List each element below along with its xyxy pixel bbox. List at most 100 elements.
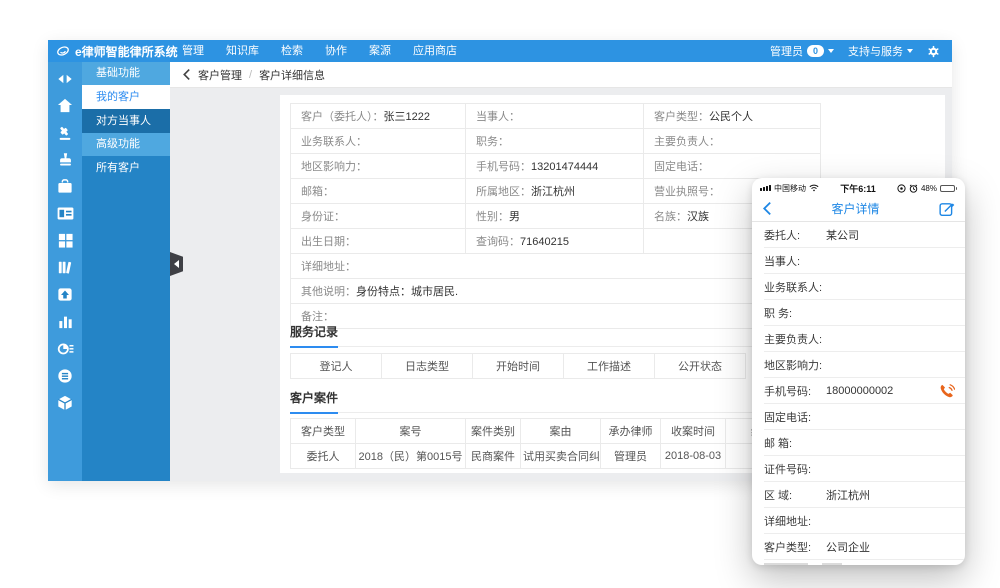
field-license-no: 营业执照号：: [654, 186, 720, 198]
list-item[interactable]: 委托人:某公司: [764, 222, 965, 248]
support-label: 支持与服务: [848, 43, 903, 59]
sidebar-group-advanced: 高级功能: [82, 133, 170, 156]
menu-item-collab[interactable]: 协作: [314, 40, 358, 62]
back-icon[interactable]: [182, 68, 191, 81]
list-item[interactable]: 职 务:: [764, 300, 965, 326]
top-menu: 管理 知识库 检索 协作 案源 应用商店: [171, 40, 468, 62]
gavel-icon[interactable]: [48, 119, 82, 146]
archive-upload-icon[interactable]: [48, 281, 82, 308]
table-row: 业务联系人： 职务： 主要负责人：: [291, 129, 821, 154]
breadcrumb: 客户管理 / 客户详细信息: [170, 62, 952, 88]
field-landline: 固定电话：: [654, 161, 709, 173]
col-start-time: 开始时间: [473, 354, 564, 379]
list-item[interactable]: 区 域:浙江杭州: [764, 482, 965, 508]
col-registrar: 登记人: [291, 354, 382, 379]
status-time: 下午6:11: [822, 182, 894, 195]
alarm-clock-icon: [909, 184, 918, 193]
sidebar-submenu: 基础功能 我的客户 对方当事人 高级功能 所有客户: [82, 62, 170, 481]
list-item[interactable]: 客户类型:公司企业: [764, 534, 965, 560]
cube-icon[interactable]: [48, 389, 82, 416]
back-chevron-icon[interactable]: [762, 201, 772, 216]
field-biz-contact: 业务联系人：: [301, 136, 367, 148]
support-menu[interactable]: 支持与服务: [848, 43, 913, 59]
list-item[interactable]: 证件号码:: [764, 456, 965, 482]
sidebar-icon-rail: [48, 62, 82, 481]
battery-percent: 48%: [921, 184, 937, 193]
service-records-table: 登记人 日志类型 开始时间 工作描述 公开状态: [290, 353, 746, 379]
list-item[interactable]: 地区影响力:: [764, 352, 965, 378]
phone-page-title: 客户详情: [831, 200, 879, 217]
grid-icon[interactable]: [48, 227, 82, 254]
list-item[interactable]: 业务联系人:: [764, 274, 965, 300]
edit-compose-icon[interactable]: [939, 201, 955, 217]
app-logo: e律师智能律所系统: [48, 43, 165, 60]
chevron-down-icon: [828, 49, 834, 53]
table-row: 邮箱： 所属地区：浙江杭州 营业执照号：: [291, 179, 821, 204]
carrier-label: 中国移动: [774, 183, 806, 194]
field-client-type: 客户类型：: [654, 111, 709, 123]
breadcrumb-current: 客户详细信息: [259, 67, 325, 83]
phone-status-bar: 中国移动 下午6:11 48%: [752, 178, 965, 196]
field-gender: 性别：: [476, 211, 509, 223]
col-log-type: 日志类型: [382, 354, 473, 379]
table-row[interactable]: 委托人 2018（民）第0015号 民商案件 试用买卖合同纠纷 管理员 2018…: [291, 444, 821, 469]
sidebar-item-all-clients[interactable]: 所有客户: [82, 156, 170, 180]
menu-item-knowledge[interactable]: 知识库: [215, 40, 270, 62]
signal-bars-icon: [760, 185, 771, 191]
menu-item-manage[interactable]: 管理: [171, 40, 215, 62]
section-title: 客户案件: [290, 389, 338, 414]
bar-chart-icon[interactable]: [48, 308, 82, 335]
library-books-icon[interactable]: [48, 254, 82, 281]
pie-chart-report-icon[interactable]: [48, 335, 82, 362]
col-lawyer: 承办律师: [601, 419, 661, 444]
field-remark: 备注：: [301, 311, 334, 323]
chevron-down-icon: [907, 49, 913, 53]
stamp-icon[interactable]: [48, 146, 82, 173]
circle-badge-icon[interactable]: [48, 362, 82, 389]
field-mobile: 手机号码：: [476, 161, 531, 173]
col-case-no: 案号: [356, 419, 466, 444]
navbar-right: 管理员 0 支持与服务: [770, 43, 952, 59]
list-item[interactable]: 固定电话:: [764, 404, 965, 430]
menu-item-cases[interactable]: 案源: [358, 40, 402, 62]
call-phone-icon[interactable]: [939, 383, 955, 402]
clipped-next-row: [764, 560, 965, 565]
chevron-left-icon: [174, 260, 179, 268]
table-row: 其他说明：身份特点：城市居民.: [291, 279, 821, 304]
breadcrumb-parent[interactable]: 客户管理: [198, 67, 242, 83]
list-item[interactable]: 详细地址:: [764, 508, 965, 534]
briefcase-icon[interactable]: [48, 173, 82, 200]
col-work-desc: 工作描述: [564, 354, 655, 379]
collapse-arrows-icon[interactable]: [48, 65, 82, 92]
table-row: 出生日期： 查询码：71640215: [291, 229, 821, 254]
top-navbar: e律师智能律所系统 管理 知识库 检索 协作 案源 应用商店 管理员 0 支持与…: [48, 40, 952, 62]
field-region-influence: 地区影响力：: [301, 161, 367, 173]
field-main-owner: 主要负责人：: [654, 136, 720, 148]
user-menu[interactable]: 管理员 0: [770, 43, 834, 59]
menu-item-search[interactable]: 检索: [270, 40, 314, 62]
table-header-row: 客户类型 案号 案件类别 案由 承办律师 收案时间 结案状态: [291, 419, 821, 444]
field-party: 当事人：: [476, 111, 520, 123]
user-name: 管理员: [770, 43, 803, 59]
menu-item-appstore[interactable]: 应用商店: [402, 40, 468, 62]
battery-icon: [940, 185, 957, 192]
home-icon[interactable]: [48, 92, 82, 119]
table-row: 身份证： 性别：男 名族：汉族: [291, 204, 821, 229]
list-item[interactable]: 主要负责人:: [764, 326, 965, 352]
field-client: 客户（委托人）：: [301, 111, 384, 123]
col-public-status: 公开状态: [655, 354, 746, 379]
list-item[interactable]: 邮 箱:: [764, 430, 965, 456]
sidebar-item-my-clients[interactable]: 我的客户: [82, 85, 170, 109]
notification-badge: 0: [807, 45, 824, 57]
sidebar-item-opposing-party[interactable]: 对方当事人: [82, 109, 170, 133]
sidebar-collapse-handle[interactable]: [170, 252, 183, 276]
phone-nav-bar: 客户详情: [752, 196, 965, 222]
field-region: 所属地区：: [476, 186, 531, 198]
field-ethnicity: 名族：: [654, 211, 687, 223]
id-card-icon[interactable]: [48, 200, 82, 227]
field-birth-date: 出生日期：: [301, 236, 356, 248]
sidebar-group-basic: 基础功能: [82, 62, 170, 85]
list-item-mobile[interactable]: 手机号码:18000000002: [764, 378, 965, 404]
list-item[interactable]: 当事人:: [764, 248, 965, 274]
settings-gear-icon[interactable]: [927, 45, 940, 58]
